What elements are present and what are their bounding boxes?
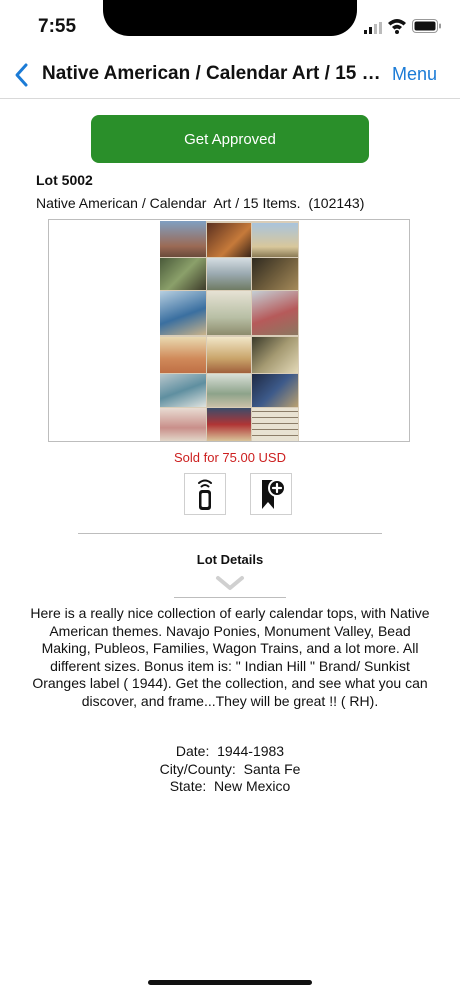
battery-icon — [412, 19, 441, 33]
sold-price: Sold for 75.00 USD — [173, 450, 286, 465]
navigation-bar: Native American / Calendar Art / 15 I...… — [0, 52, 460, 99]
lot-date: Date: 1944-1983 — [175, 743, 285, 759]
lot-location: City/County: Santa Fe — [159, 760, 301, 777]
menu-button[interactable]: Menu — [392, 64, 437, 85]
remote-control-icon — [198, 479, 212, 510]
page-title: Native American / Calendar Art / 15 I... — [42, 63, 382, 84]
status-time: 7:55 — [38, 16, 77, 37]
lot-facts: Date: 1944-1983 City/County: Santa Fe St… — [0, 743, 460, 796]
add-to-watchlist-button[interactable] — [250, 473, 292, 515]
chevron-left-icon[interactable] — [10, 60, 34, 90]
details-divider — [174, 597, 286, 598]
lot-state: State: New Mexico — [169, 778, 291, 794]
get-approved-button[interactable]: Get Approved — [91, 115, 369, 163]
lot-image-frame[interactable] — [48, 219, 410, 442]
lot-photo — [160, 221, 299, 441]
bookmark-add-icon — [262, 479, 286, 509]
section-divider — [78, 533, 382, 534]
cellular-signal-icon — [364, 22, 382, 34]
wifi-icon — [388, 19, 406, 34]
lot-number: Lot 5002 — [36, 172, 93, 188]
lot-details-heading: Lot Details — [196, 552, 264, 567]
remote-bid-button[interactable] — [184, 473, 226, 515]
home-indicator[interactable] — [148, 980, 312, 985]
status-bar: 7:55 — [0, 0, 460, 52]
lot-title: Native American / Calendar Art / 15 Item… — [36, 195, 365, 211]
lot-description: Here is a really nice collection of earl… — [30, 605, 430, 709]
chevron-down-icon[interactable] — [215, 575, 245, 591]
device-notch — [103, 0, 357, 36]
